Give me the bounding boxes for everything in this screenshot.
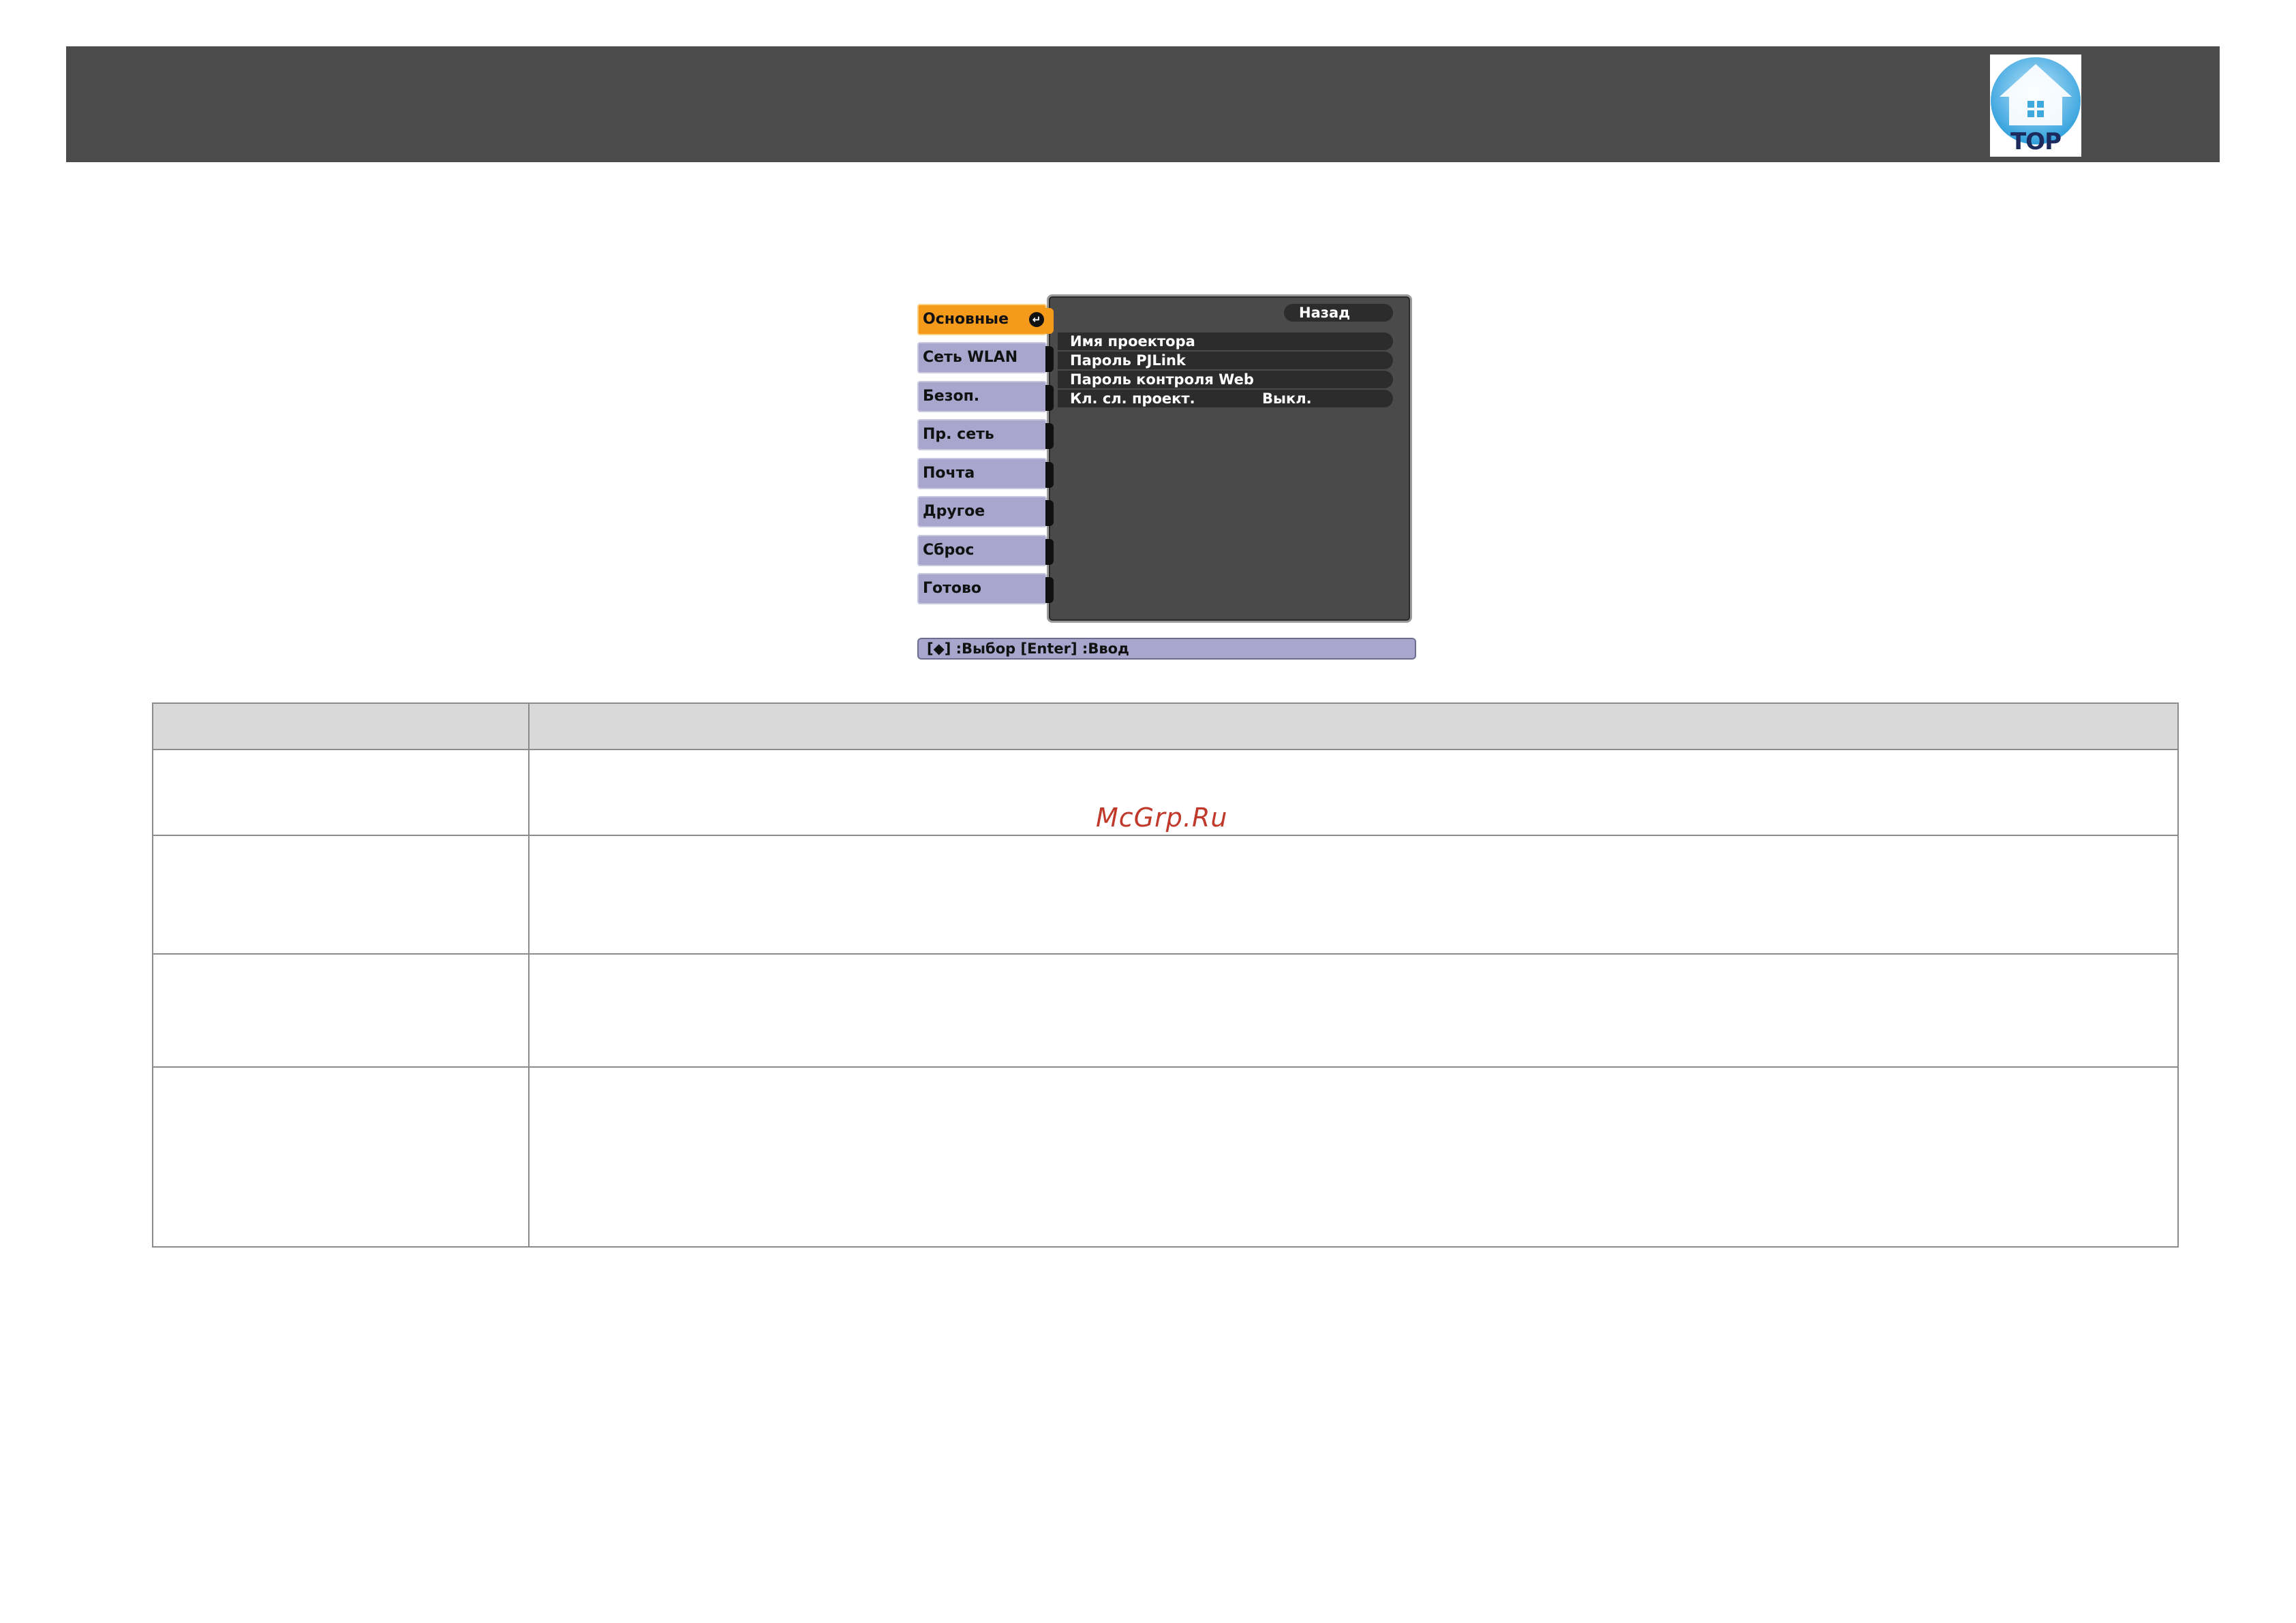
osd-tab-done[interactable]: Готово: [917, 573, 1054, 604]
table-cell: [528, 1066, 2179, 1248]
osd-tab-basic[interactable]: Основные ↵: [917, 304, 1054, 335]
osd-tab-wired-network[interactable]: Пр. сеть: [917, 419, 1054, 450]
top-link[interactable]: TOP: [1990, 55, 2081, 157]
table-header-cell: [528, 702, 2179, 750]
osd-tab-label: Готово: [923, 580, 982, 597]
table-cell: [152, 953, 530, 1068]
osd-tab-label: Сброс: [923, 542, 975, 559]
osd-status-bar: [◆] :Выбор [Enter] :Ввод: [917, 638, 1416, 660]
table-cell: [152, 749, 530, 836]
table-cell: [528, 835, 2179, 955]
osd-item-label: Имя проектора: [1070, 333, 1195, 350]
table-cell: [152, 835, 530, 955]
table-row: [152, 1066, 2179, 1248]
osd-item-projector-name[interactable]: Имя проектора: [1058, 333, 1393, 350]
osd-tab-label: Безоп.: [923, 388, 980, 405]
osd-item-label: Пароль контроля Web: [1070, 371, 1254, 388]
osd-item-value: Выкл.: [1262, 390, 1312, 407]
osd-tab-wlan[interactable]: Сеть WLAN: [917, 342, 1054, 373]
osd-tab-reset[interactable]: Сброс: [917, 535, 1054, 566]
projector-osd-menu: Основные ↵ Сеть WLAN Безоп. Пр. сеть Поч…: [917, 292, 1416, 666]
osd-tab-label: Основные: [923, 311, 1009, 328]
header-bar: [66, 46, 2220, 162]
osd-tab-label: Почта: [923, 465, 975, 482]
back-button[interactable]: Назад: [1284, 304, 1393, 322]
table-cell: [528, 953, 2179, 1068]
table-header-cell: [152, 702, 530, 750]
osd-tab-other[interactable]: Другое: [917, 496, 1054, 527]
osd-tab-label: Пр. сеть: [923, 426, 994, 443]
osd-tab-label: Сеть WLAN: [923, 349, 1018, 366]
osd-tab-mail[interactable]: Почта: [917, 458, 1054, 489]
table-row: [152, 953, 2179, 1068]
osd-item-label: Кл. сл. проект.: [1070, 390, 1195, 407]
table-cell: [152, 1066, 530, 1248]
osd-tab-security[interactable]: Безоп.: [917, 381, 1054, 412]
osd-item-web-control-password[interactable]: Пароль контроля Web: [1058, 371, 1393, 388]
watermark: McGrp.Ru: [1096, 803, 1228, 833]
table-row: [152, 835, 2179, 955]
osd-item-projector-keyword[interactable]: Кл. сл. проект. Выкл.: [1058, 390, 1393, 407]
osd-tab-label: Другое: [923, 503, 985, 520]
table-cell: [528, 749, 2179, 836]
table-header-row: [152, 702, 2179, 750]
enter-icon: ↵: [1029, 312, 1044, 327]
top-label: TOP: [2010, 128, 2062, 155]
osd-item-label: Пароль PJLink: [1070, 352, 1186, 369]
osd-item-pjlink-password[interactable]: Пароль PJLink: [1058, 352, 1393, 369]
settings-table: [152, 702, 2179, 1248]
